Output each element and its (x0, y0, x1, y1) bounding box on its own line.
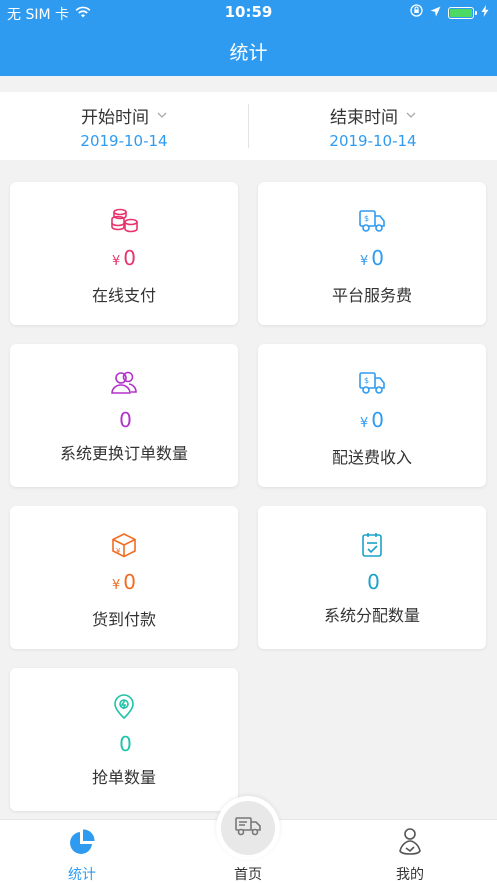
users-icon (109, 368, 139, 398)
stat-card-platform-fee[interactable]: $ ¥ 0 平台服务费 (258, 182, 486, 325)
stat-number: 0 (123, 246, 136, 270)
status-right (410, 4, 489, 21)
stat-title: 在线支付 (91, 286, 156, 305)
tab-statistics[interactable]: 统计 (22, 820, 142, 883)
stat-card-system-assigned[interactable]: 0 系统分配数量 (258, 506, 486, 649)
stat-card-grab-orders[interactable]: 0 抢单数量 (10, 668, 238, 811)
stat-number: 0 (119, 732, 132, 756)
start-date-value: 2019-10-14 (80, 131, 168, 150)
battery-icon (448, 6, 477, 19)
end-date-label: 结束时间 (330, 107, 398, 128)
stat-title: 系统分配数量 (323, 606, 420, 625)
stat-value: ¥ 0 (112, 570, 136, 598)
home-center-button[interactable] (216, 796, 280, 860)
delivery-truck-icon: $ (357, 206, 387, 236)
grab-order-icon (109, 692, 139, 722)
stat-value: ¥ 0 (112, 246, 136, 274)
stat-number: 0 (371, 246, 384, 270)
currency-symbol: ¥ (359, 254, 369, 269)
location-icon (430, 5, 441, 21)
currency-symbol: ¥ (359, 416, 369, 431)
stat-number: 0 (123, 570, 136, 594)
stat-number: 0 (119, 408, 132, 432)
end-date-picker[interactable]: 结束时间 2019-10-14 (249, 92, 497, 160)
start-date-label: 开始时间 (81, 107, 149, 128)
stat-title: 货到付款 (91, 610, 156, 629)
start-date-label-row: 开始时间 (81, 103, 167, 128)
stat-value: 0 (116, 732, 132, 756)
stat-value: ¥ 0 (360, 246, 384, 274)
svg-text:$: $ (364, 214, 369, 223)
end-date-value: 2019-10-14 (329, 131, 417, 150)
start-date-picker[interactable]: 开始时间 2019-10-14 (0, 92, 248, 160)
profile-icon (396, 828, 424, 856)
package-icon: ¥ (109, 530, 139, 560)
clipboard-check-icon (357, 530, 387, 560)
stat-number: 0 (367, 570, 380, 594)
charging-icon (481, 4, 489, 21)
currency-symbol: ¥ (111, 254, 121, 269)
stat-title: 系统更换订单数量 (59, 444, 188, 463)
svg-text:$: $ (364, 376, 369, 385)
coins-icon (109, 206, 139, 236)
stat-number: 0 (371, 408, 384, 432)
end-date-label-row: 结束时间 (330, 103, 416, 128)
stat-title: 平台服务费 (331, 286, 412, 305)
truck-icon (234, 815, 262, 841)
stat-card-online-payment[interactable]: ¥ 0 在线支付 (10, 182, 238, 325)
stat-value: 0 (116, 408, 132, 432)
pie-chart-icon (68, 828, 96, 856)
stat-card-delivery-income[interactable]: $ ¥ 0 配送费收入 (258, 344, 486, 487)
orientation-lock-icon (410, 4, 423, 21)
stat-card-cash-on-delivery[interactable]: ¥ ¥ 0 货到付款 (10, 506, 238, 649)
stat-value: 0 (364, 570, 380, 594)
center-button-inner (221, 801, 275, 855)
tab-label: 统计 (68, 867, 96, 883)
status-bar: 无 SIM 卡 10:59 (0, 0, 497, 26)
chevron-down-icon (406, 110, 416, 121)
stat-value: ¥ 0 (360, 408, 384, 436)
svg-text:¥: ¥ (116, 547, 121, 555)
chevron-down-icon (157, 110, 167, 121)
tab-label: 首页 (234, 867, 262, 883)
delivery-truck-icon: $ (357, 368, 387, 398)
stat-title: 抢单数量 (91, 768, 156, 787)
stat-title: 配送费收入 (331, 448, 412, 467)
date-filter: 开始时间 2019-10-14 结束时间 2019-10-14 (0, 92, 497, 160)
nav-bar: 统计 (0, 26, 497, 76)
stat-card-system-replace-orders[interactable]: 0 系统更换订单数量 (10, 344, 238, 487)
tab-label: 我的 (396, 867, 424, 883)
currency-symbol: ¥ (111, 578, 121, 593)
tab-mine[interactable]: 我的 (350, 820, 470, 883)
page-title: 统计 (229, 41, 268, 64)
